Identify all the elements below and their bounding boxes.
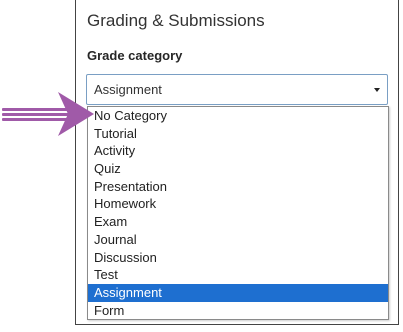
caret-down-icon [374, 88, 380, 92]
option-form[interactable]: Form [88, 302, 388, 320]
option-exam[interactable]: Exam [88, 213, 388, 231]
option-no-category[interactable]: No Category [88, 107, 388, 125]
option-homework[interactable]: Homework [88, 195, 388, 213]
grade-category-selected-value: Assignment [94, 82, 162, 97]
option-journal[interactable]: Journal [88, 231, 388, 249]
option-presentation[interactable]: Presentation [88, 178, 388, 196]
option-discussion[interactable]: Discussion [88, 249, 388, 267]
option-quiz[interactable]: Quiz [88, 160, 388, 178]
option-assignment[interactable]: Assignment [88, 283, 388, 302]
option-activity[interactable]: Activity [88, 142, 388, 160]
grade-category-select[interactable]: Assignment [86, 74, 388, 105]
grade-category-label: Grade category [87, 48, 183, 63]
option-tutorial[interactable]: Tutorial [88, 125, 388, 143]
option-test[interactable]: Test [88, 266, 388, 284]
grade-category-options-list[interactable]: No Category Tutorial Activity Quiz Prese… [87, 106, 389, 320]
pointer-arrow-icon [2, 92, 94, 136]
section-title: Grading & Submissions [87, 11, 265, 30]
